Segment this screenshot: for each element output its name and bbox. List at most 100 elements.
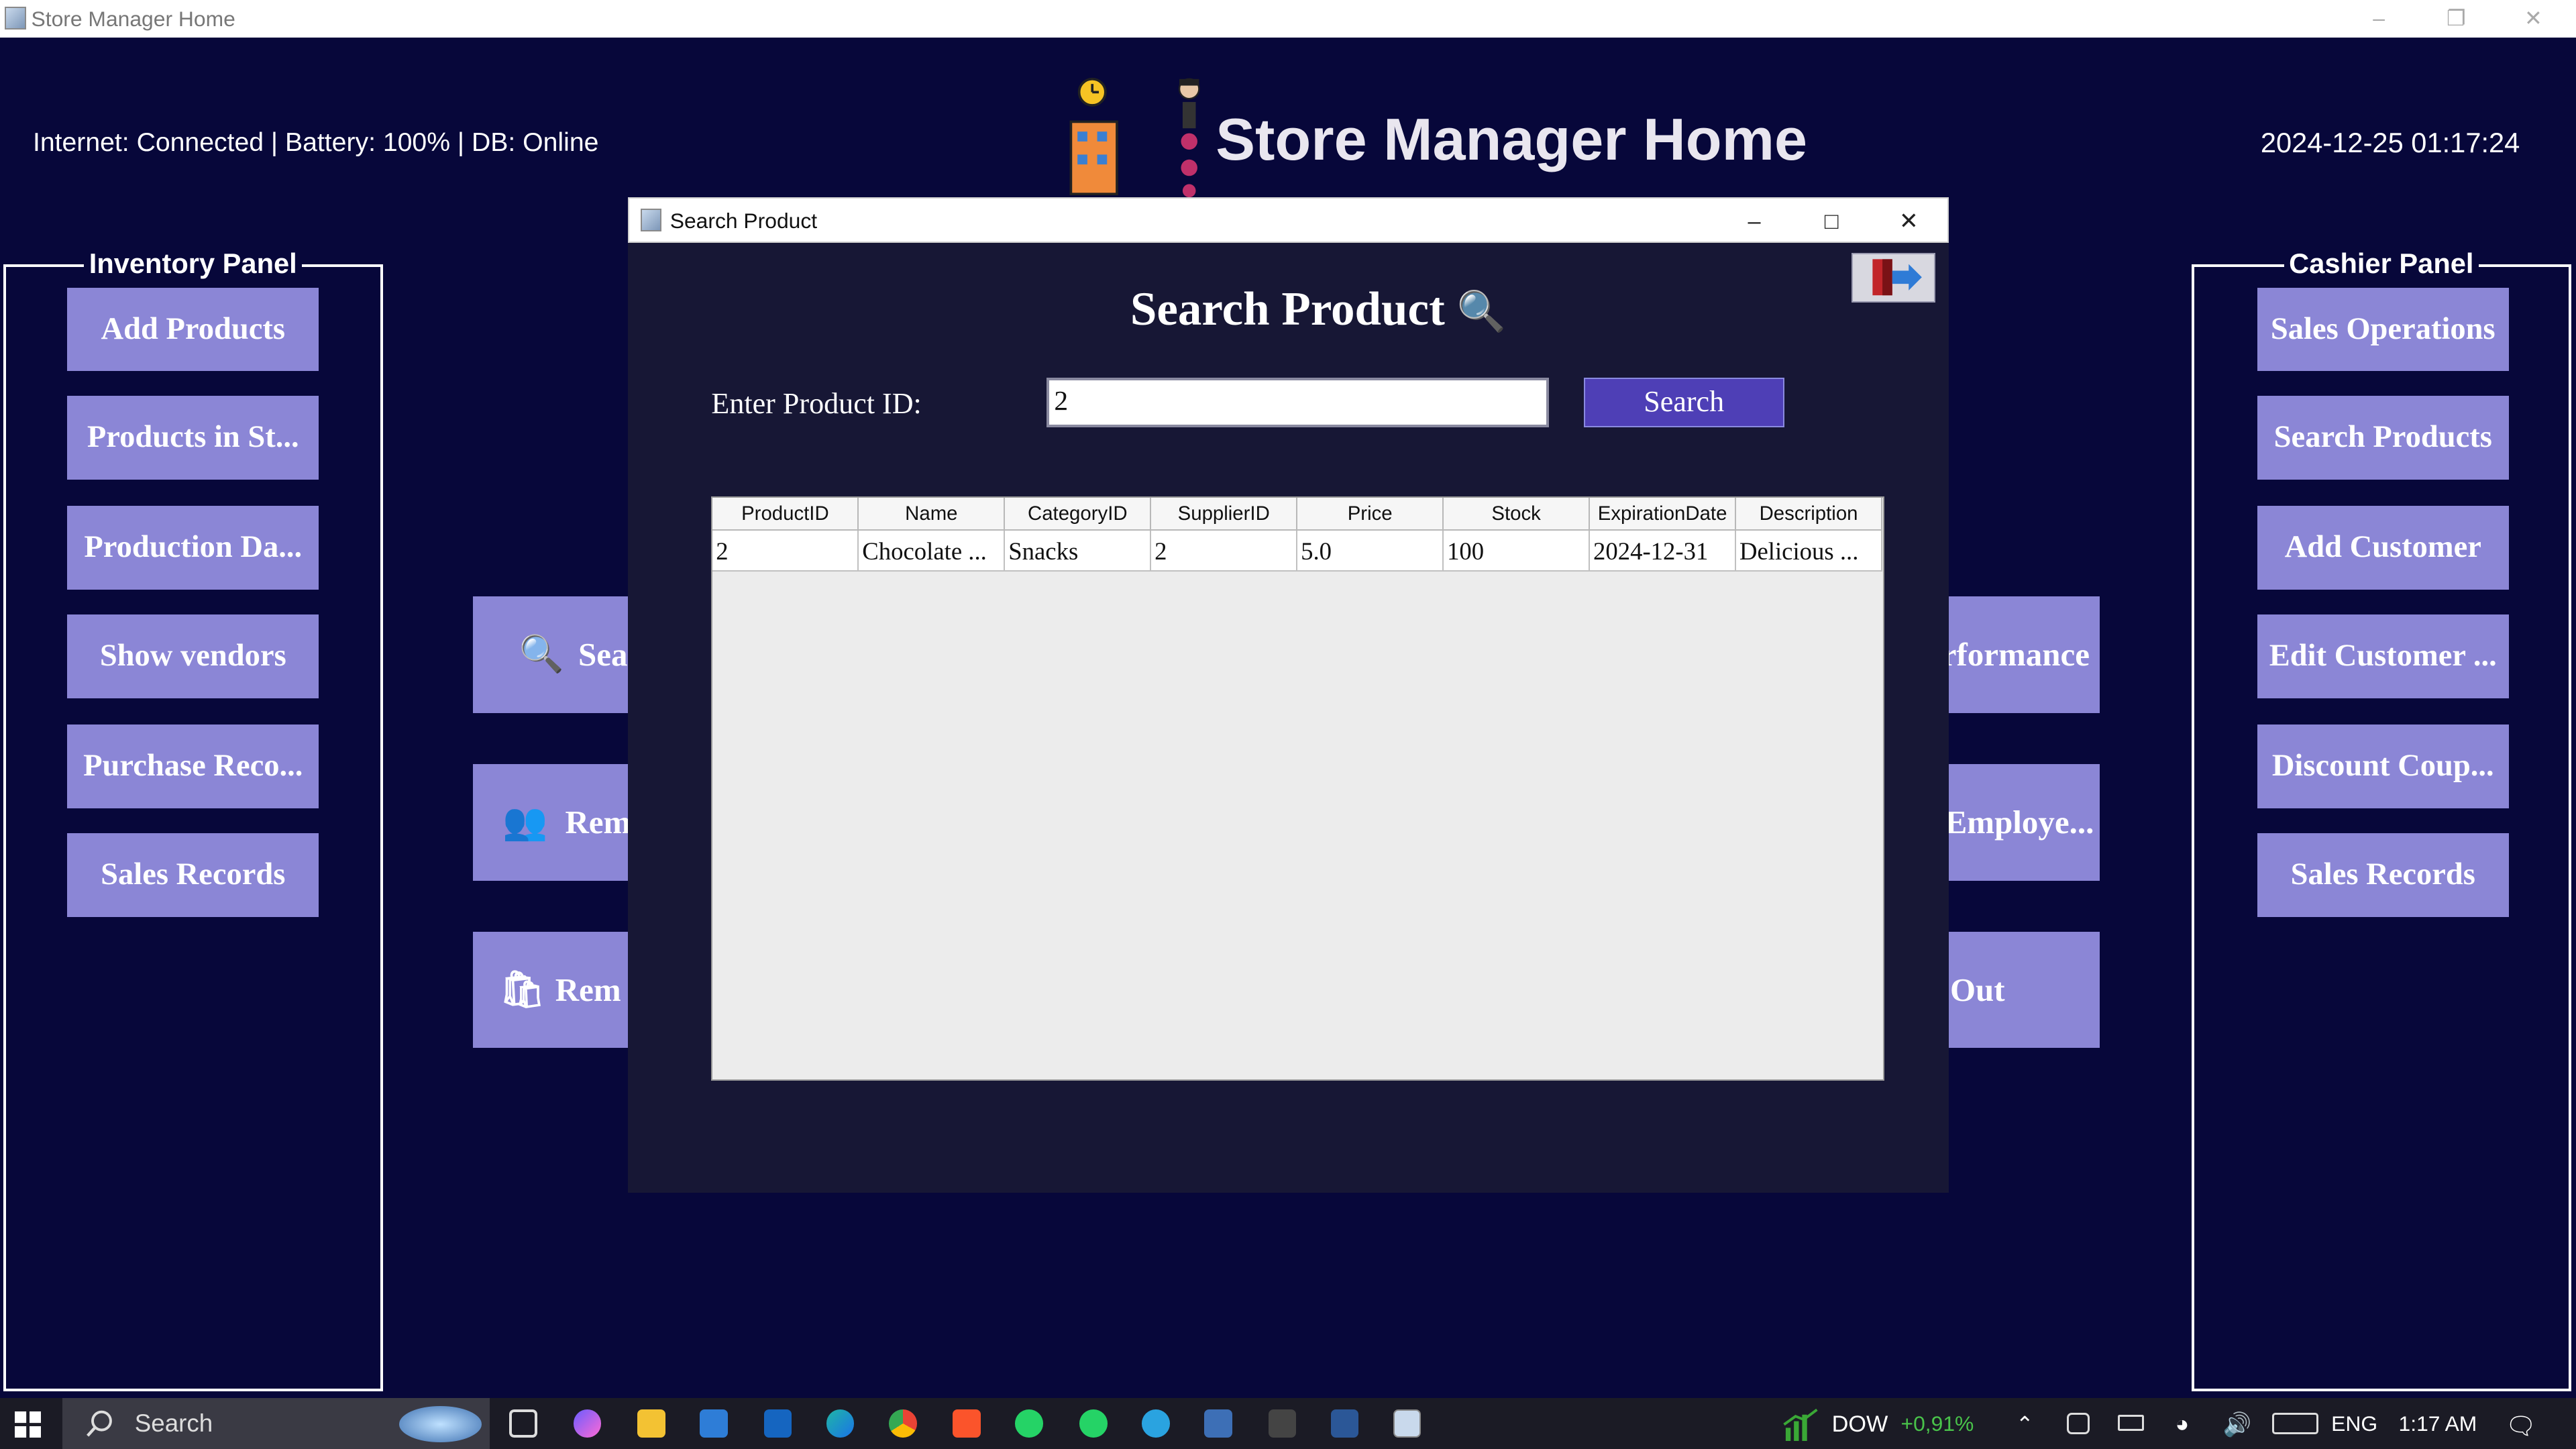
search-icon xyxy=(87,1410,113,1437)
remove-customer-button[interactable]: 🛍 Rem xyxy=(473,931,628,1049)
dialog-heading: Search Product 🔍 xyxy=(1130,282,1506,337)
product-id-label: Enter Product ID: xyxy=(711,386,922,420)
product-id-input[interactable]: 2 xyxy=(1046,378,1550,427)
dialog-minimize-button[interactable]: – xyxy=(1729,205,1778,238)
exit-door-button[interactable] xyxy=(1851,253,1935,303)
table-cell[interactable]: 100 xyxy=(1444,530,1591,572)
taskbar-clock[interactable]: 1:17 AM xyxy=(2399,1411,2477,1436)
close-button[interactable]: ✕ xyxy=(2500,3,2566,33)
taskbar-search-box[interactable]: Search xyxy=(62,1398,490,1449)
brave-icon[interactable] xyxy=(953,1409,981,1438)
column-header[interactable]: Stock xyxy=(1444,497,1591,531)
language-indicator[interactable]: ENG xyxy=(2331,1411,2377,1436)
exit-door-icon xyxy=(1872,259,1922,296)
column-header[interactable]: ExpirationDate xyxy=(1590,497,1737,531)
telegram-icon[interactable] xyxy=(1142,1409,1170,1438)
search-products-button[interactable]: Search Products xyxy=(2257,396,2509,480)
sales-operations-button[interactable]: Sales Operations xyxy=(2257,287,2509,372)
chevron-up-icon[interactable]: ⌃ xyxy=(2016,1411,2034,1437)
volume-icon[interactable]: 🔊 xyxy=(2222,1411,2251,1438)
table-cell[interactable]: Delicious ... xyxy=(1736,530,1883,572)
table-header: ProductID Name CategoryID SupplierID Pri… xyxy=(712,497,1883,531)
outlook-icon[interactable] xyxy=(763,1409,792,1438)
edge-icon[interactable] xyxy=(826,1409,855,1438)
java-app-icon xyxy=(640,208,662,231)
battery-icon[interactable] xyxy=(2117,1414,2144,1432)
meet-now-icon[interactable] xyxy=(2066,1413,2090,1434)
remove-customer-label: Rem xyxy=(555,971,621,1008)
remove-employee-button[interactable]: 👥 Rem xyxy=(473,763,628,881)
table-cell[interactable]: 2 xyxy=(712,530,859,572)
app-window-icon[interactable] xyxy=(1204,1409,1232,1438)
results-table[interactable]: ProductID Name CategoryID SupplierID Pri… xyxy=(711,496,1884,1081)
column-header[interactable]: CategoryID xyxy=(1005,497,1152,531)
purchase-records-button[interactable]: Purchase Reco... xyxy=(67,724,319,808)
edit-customer-button[interactable]: Edit Customer ... xyxy=(2257,614,2509,698)
show-vendors-button[interactable]: Show vendors xyxy=(67,614,319,698)
whatsapp-beta-icon[interactable] xyxy=(1079,1409,1108,1438)
java-app-taskbar-icon[interactable] xyxy=(1393,1409,1421,1438)
column-header[interactable]: ProductID xyxy=(712,497,859,531)
logout-button[interactable]: Out xyxy=(1948,931,2100,1049)
add-products-button[interactable]: Add Products xyxy=(67,287,319,372)
table-cell[interactable]: 2024-12-31 xyxy=(1590,530,1737,572)
notifications-icon[interactable]: 🗨 xyxy=(2506,1411,2537,1440)
page-title: Store Manager Home xyxy=(1216,105,1808,172)
dialog-maximize-button[interactable]: □ xyxy=(1807,205,1856,238)
column-header[interactable]: SupplierID xyxy=(1151,497,1298,531)
dsd-app-icon[interactable] xyxy=(1268,1409,1297,1438)
remove-employee-label: Rem xyxy=(565,803,628,841)
employee-label: Employe... xyxy=(1948,803,2094,841)
performance-button[interactable]: rformance xyxy=(1948,596,2100,713)
cashier-sales-records-button[interactable]: Sales Records xyxy=(2257,833,2509,917)
search-highlight-icon xyxy=(399,1406,482,1443)
clock-display: 2024-12-25 01:17:24 xyxy=(2260,126,2520,158)
search-center-label: Sea xyxy=(578,635,628,673)
java-app-icon xyxy=(5,6,27,30)
products-in-stock-button[interactable]: Products in St... xyxy=(67,396,319,480)
copilot-icon[interactable] xyxy=(573,1409,602,1438)
app-title-bar: Store Manager Home – ❐ ✕ xyxy=(0,0,2576,38)
table-cell[interactable]: Snacks xyxy=(1005,530,1152,572)
taskbar-search-label: Search xyxy=(134,1409,213,1438)
chrome-icon[interactable] xyxy=(888,1409,917,1438)
taskbar: Search DOW +0,91% ⌃ ◕ 🔊 ENG 1:17 AM 🗨 xyxy=(0,1398,2576,1449)
production-data-button[interactable]: Production Da... xyxy=(67,506,319,590)
restore-button[interactable]: ❐ xyxy=(2423,3,2489,33)
column-header[interactable]: Price xyxy=(1297,497,1444,531)
inventory-panel-title: Inventory Panel xyxy=(84,247,303,279)
microsoft-store-icon[interactable] xyxy=(700,1409,728,1438)
magnifier-icon: 🔍 xyxy=(1456,290,1506,334)
column-header[interactable]: Name xyxy=(859,497,1006,531)
performance-label: rformance xyxy=(1948,635,2090,673)
windows-start-icon[interactable] xyxy=(15,1411,42,1438)
connection-status: Internet: Connected | Battery: 100% | DB… xyxy=(32,128,599,158)
inventory-sales-records-button[interactable]: Sales Records xyxy=(67,833,319,917)
column-header[interactable]: Description xyxy=(1736,497,1883,531)
table-cell[interactable]: Chocolate ... xyxy=(859,530,1006,572)
dialog-window-title: Search Product xyxy=(669,208,818,233)
discount-coupons-button[interactable]: Discount Coup... xyxy=(2257,724,2509,808)
file-explorer-icon[interactable] xyxy=(637,1409,665,1438)
search-product-dialog: Search Product – □ ✕ Search Product 🔍 En… xyxy=(627,197,1949,1193)
table-cell[interactable]: 2 xyxy=(1151,530,1298,572)
search-icon: 🔍 xyxy=(519,633,564,674)
search-center-button[interactable]: 🔍 Sea xyxy=(473,596,628,713)
people-icon: 👥 xyxy=(502,801,548,842)
stock-change: +0,91% xyxy=(1900,1411,1974,1436)
task-view-icon[interactable] xyxy=(509,1409,537,1438)
wifi-icon[interactable]: ◕ xyxy=(2175,1411,2189,1438)
stock-ticker[interactable]: DOW xyxy=(1832,1411,1888,1438)
dialog-close-button[interactable]: ✕ xyxy=(1884,205,1933,238)
keyboard-icon[interactable] xyxy=(2271,1413,2318,1434)
whatsapp-icon[interactable] xyxy=(1015,1409,1044,1438)
word-icon[interactable] xyxy=(1330,1409,1359,1438)
table-cell[interactable]: 5.0 xyxy=(1297,530,1444,572)
app-window-title: Store Manager Home xyxy=(31,6,235,31)
search-button[interactable]: Search xyxy=(1583,378,1784,427)
table-row[interactable]: 2 Chocolate ... Snacks 2 5.0 100 2024-12… xyxy=(712,530,1883,572)
add-customer-button[interactable]: Add Customer xyxy=(2257,506,2509,590)
minimize-button[interactable]: – xyxy=(2346,3,2412,33)
logout-label: Out xyxy=(1949,971,2005,1008)
employee-button[interactable]: Employe... xyxy=(1948,763,2100,881)
